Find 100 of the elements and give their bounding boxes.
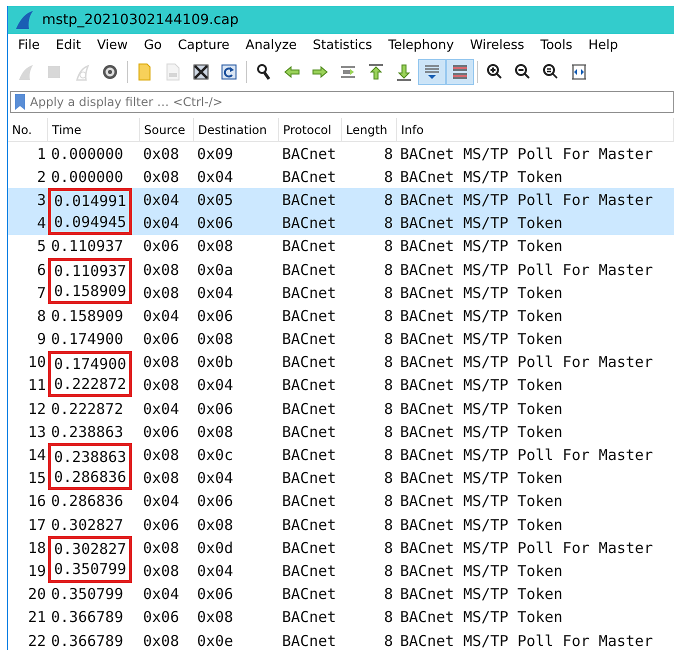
column-header[interactable]: No. — [8, 118, 48, 141]
packet-row[interactable]: 11 0.222872 0x08 0x04 BACnet 8 BACnet MS/TP Token — [8, 374, 674, 398]
bookmark-icon — [14, 93, 26, 111]
packet-row[interactable]: 5 0.110937 0x06 0x08 BACnet 8 BACnet MS/TP Token — [8, 234, 674, 258]
table-cell-text: 0x08 — [196, 330, 234, 348]
packet-row[interactable]: 21 0.366789 0x06 0x08 BACnet 8 BACnet MS/TP Token — [8, 606, 674, 629]
table-cell-text: 0x0e — [196, 632, 234, 650]
packet-row[interactable]: 4 0.094945 0x04 0x06 BACnet 8 BACnet MS/TP Token — [8, 212, 674, 235]
table-cell-text: 0x04 — [142, 214, 180, 232]
table-cell-text: BACnet — [281, 144, 338, 163]
table-cell-text: BACnet — [281, 422, 338, 441]
packet-row[interactable]: 22 0.366789 0x08 0x0e BACnet 8 BACnet MS/TP Poll For Master — [8, 628, 674, 650]
packet-row[interactable]: 12 0.222872 0x04 0x06 BACnet 8 BACnet MS/TP Token — [8, 397, 674, 420]
table-cell-text: BACnet MS/TP Token — [399, 214, 564, 232]
table-cell-text: 6 — [36, 260, 47, 279]
table-cell: 0.174900 — [48, 350, 132, 374]
packet-row[interactable]: 2 0.000000 0x08 0x04 BACnet 8 BACnet MS/TP Token — [8, 165, 674, 188]
table-cell-text: 0x0b — [196, 353, 234, 372]
packet-row[interactable]: 14 0.238863 0x08 0x0c BACnet 8 BACnet MS/TP Poll For Master — [8, 443, 674, 467]
packet-row[interactable]: 7 0.158909 0x08 0x04 BACnet 8 BACnet MS/TP Token — [8, 281, 674, 304]
table-cell-text: 0x08 — [196, 237, 234, 256]
packet-row[interactable]: 10 0.174900 0x08 0x0b BACnet 8 BACnet MS/TP Poll For Master — [8, 350, 674, 374]
packet-row[interactable]: 8 0.158909 0x04 0x06 BACnet 8 BACnet MS/TP Token — [8, 304, 674, 328]
table-cell-text: BACnet MS/TP Poll For Master — [399, 632, 654, 650]
table-cell: 0.110937 — [48, 258, 132, 282]
window-title: mstp_20210302144109.cap — [42, 12, 239, 28]
table-cell-text: BACnet — [281, 190, 338, 209]
table-cell: 0.094945 — [48, 212, 132, 235]
table-cell-text: 8 — [382, 284, 394, 302]
table-cell-text: 0x08 — [142, 538, 180, 557]
packet-row[interactable]: 15 0.286836 0x08 0x04 BACnet 8 BACnet MS/TP Token — [8, 466, 674, 490]
column-header[interactable]: Destination — [194, 118, 279, 141]
column-header[interactable]: Source — [140, 118, 194, 141]
menu-item[interactable]: View — [88, 38, 136, 52]
table-cell-text: 21 — [26, 608, 47, 626]
menu-item[interactable]: Help — [580, 38, 626, 52]
table-cell-text: 8 — [382, 446, 394, 464]
table-cell-text: 0x08 — [142, 353, 180, 372]
table-cell-text: 0x06 — [142, 608, 180, 626]
table-cell-text: BACnet — [281, 516, 338, 534]
packet-row[interactable]: 19 0.350799 0x08 0x04 BACnet 8 BACnet MS/TP Token — [8, 559, 674, 583]
table-cell-text: 0x08 — [196, 516, 234, 534]
packet-row[interactable]: 9 0.174900 0x06 0x08 BACnet 8 BACnet MS/TP Token — [8, 328, 674, 351]
table-cell-text: BACnet — [281, 632, 338, 650]
toolbar-button[interactable] — [446, 59, 474, 85]
table-cell: 0.350799 — [48, 559, 132, 583]
table-cell-text: 12 — [26, 400, 47, 418]
menu-item[interactable]: File — [10, 38, 48, 52]
column-header[interactable]: Info — [397, 118, 674, 141]
table-cell: 0.286836 — [48, 466, 132, 490]
menu-item[interactable]: Telephony — [380, 38, 462, 52]
menu-item[interactable]: Edit — [48, 38, 89, 52]
packet-row[interactable]: 16 0.286836 0x04 0x06 BACnet 8 BACnet MS/TP Token — [8, 490, 674, 513]
table-cell-text: 0x08 — [142, 284, 180, 302]
table-cell-text: 8 — [382, 168, 394, 186]
table-cell-text: BACnet MS/TP Token — [399, 562, 564, 580]
packet-row[interactable]: 1 0.000000 0x08 0x09 BACnet 8 BACnet MS/TP Poll For Master — [8, 142, 674, 166]
menu-item[interactable]: Statistics — [304, 38, 380, 52]
table-cell-text: 8 — [382, 237, 394, 256]
menu-item[interactable]: Go — [136, 38, 170, 52]
menu-item[interactable]: Analyze — [238, 38, 305, 52]
table-cell-text: 8 — [382, 144, 394, 163]
table-cell-text: BACnet MS/TP Poll For Master — [399, 190, 654, 209]
filter-input[interactable]: Apply a display filter … <Ctrl-/> — [30, 95, 673, 109]
table-cell-text: BACnet — [281, 376, 338, 394]
column-header[interactable]: Length — [342, 118, 397, 141]
table-cell: 0.302827 — [48, 536, 132, 560]
packet-row[interactable]: 3 0.014991 0x04 0x05 BACnet 8 BACnet MS/TP Poll For Master — [8, 188, 674, 212]
table-cell-text: 8 — [382, 538, 394, 557]
table-cell-text: 0.238863 — [50, 422, 124, 443]
menu-item[interactable]: Tools — [532, 38, 580, 52]
table-cell-text: 9 — [36, 330, 47, 348]
menu-item[interactable]: Capture — [170, 38, 238, 52]
table-cell-text: 0x0c — [196, 446, 234, 464]
packet-row[interactable]: 17 0.302827 0x06 0x08 BACnet 8 BACnet MS/TP Token — [8, 513, 674, 536]
table-cell-text: BACnet — [281, 400, 338, 418]
table-cell-text: 0.366789 — [50, 630, 124, 650]
table-cell-text: 0x04 — [196, 168, 234, 186]
column-header[interactable]: Protocol — [279, 118, 342, 141]
packet-row[interactable]: 20 0.350799 0x04 0x06 BACnet 8 BACnet MS/TP Token — [8, 582, 674, 606]
table-cell-text: BACnet MS/TP Poll For Master — [399, 260, 654, 279]
column-header[interactable]: Time — [48, 118, 140, 141]
table-cell-text: 0.174900 — [50, 329, 124, 350]
packet-row[interactable]: 13 0.238863 0x06 0x08 BACnet 8 BACnet MS/TP Token — [8, 420, 674, 444]
table-cell-text: 8 — [382, 190, 394, 209]
table-cell-text: 0.286836 — [50, 491, 124, 512]
packet-row[interactable]: 6 0.110937 0x08 0x0a BACnet 8 BACnet MS/TP Poll For Master — [8, 258, 674, 282]
table-cell-text: 0x06 — [142, 330, 180, 348]
packet-row[interactable]: 18 0.302827 0x08 0x0d BACnet 8 BACnet MS/TP Poll For Master — [8, 536, 674, 560]
table-cell-text: 0x08 — [196, 608, 234, 626]
table-cell-text: 8 — [382, 562, 394, 580]
menu-item[interactable]: Wireless — [462, 38, 532, 52]
table-cell-text: 8 — [382, 422, 394, 441]
table-cell-text: BACnet — [281, 585, 338, 604]
display-filter-field[interactable]: Apply a display filter … <Ctrl-/> — [10, 91, 674, 113]
table-cell-text: BACnet MS/TP Token — [399, 469, 564, 488]
table-cell-text: 17 — [26, 516, 47, 534]
table-cell-text: BACnet — [281, 214, 338, 232]
table-cell-text: 0x08 — [142, 260, 180, 279]
table-cell-text: BACnet — [281, 168, 338, 186]
